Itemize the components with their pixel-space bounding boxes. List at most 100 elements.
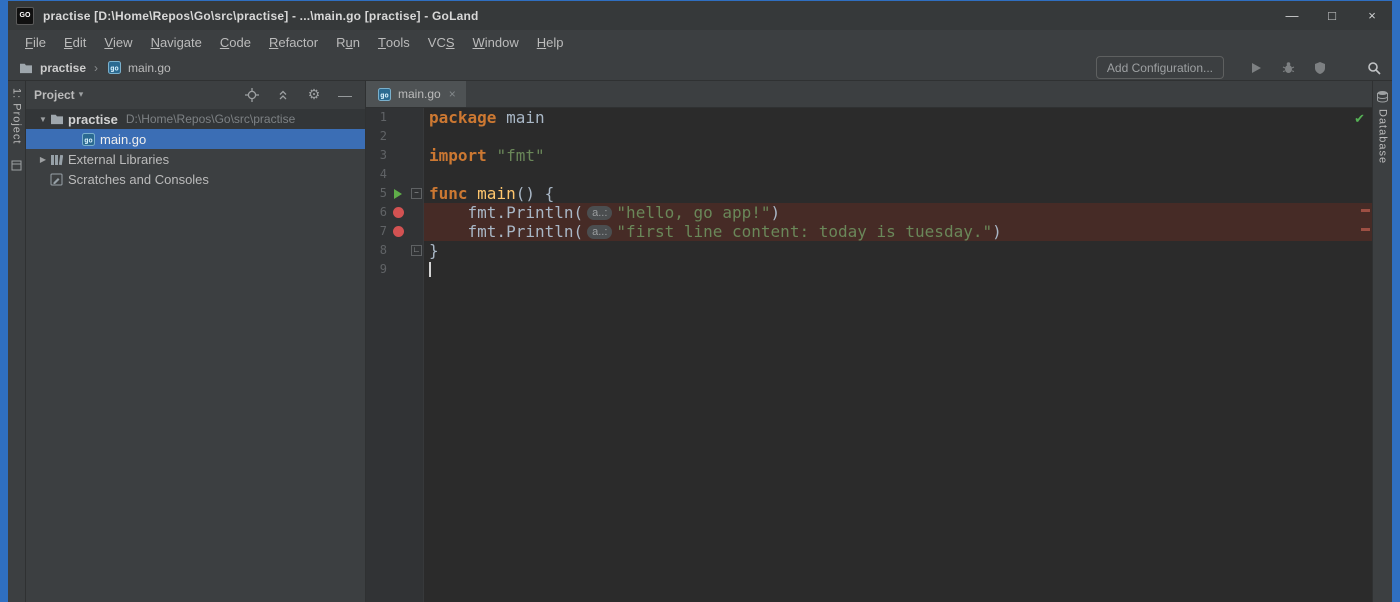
menu-item-run[interactable]: Run	[327, 30, 369, 55]
code-token: )	[770, 203, 781, 222]
svg-text:go: go	[110, 65, 118, 73]
navigation-bar: practise › go main.go Add Configuration.…	[8, 55, 1392, 81]
search-icon[interactable]	[1366, 60, 1382, 76]
tab-close-icon[interactable]: ×	[449, 87, 456, 101]
tree-item-external-libraries[interactable]: ▶ External Libraries	[26, 149, 365, 169]
folder-icon	[50, 113, 68, 125]
code-token: fmt.Println(	[429, 203, 584, 222]
hide-panel-icon[interactable]: —	[337, 87, 353, 103]
locate-file-icon[interactable]	[244, 87, 260, 103]
tree-expand-arrow[interactable]: ▶	[36, 155, 50, 164]
code-line: 5− func main() {	[366, 184, 1372, 203]
tab-main-go[interactable]: go main.go ×	[366, 81, 466, 107]
tree-expand-arrow[interactable]: ▼	[36, 115, 50, 124]
menu-item-tools[interactable]: Tools	[369, 30, 419, 55]
line-number: 1	[379, 110, 387, 124]
run-gutter-icon[interactable]	[387, 188, 409, 199]
gutter[interactable]: 2	[366, 127, 424, 146]
gutter[interactable]: 9	[366, 260, 424, 279]
database-icon	[1375, 88, 1391, 104]
code-text[interactable]: import "fmt"	[424, 146, 1372, 165]
database-tool-button[interactable]: Database	[1375, 88, 1391, 164]
code-text[interactable]: }	[424, 241, 1372, 260]
gutter[interactable]: 6	[366, 203, 424, 222]
tree-item-practise[interactable]: ▼ practise D:\Home\Repos\Go\src\practise	[26, 109, 365, 129]
stripe-tool-icon[interactable]	[9, 157, 25, 173]
code-token: import	[429, 146, 487, 165]
code-text[interactable]: func main() {	[424, 184, 1372, 203]
project-tool-button[interactable]: 1: Project	[11, 88, 23, 144]
code-line: 2	[366, 127, 1372, 146]
editor-area: go main.go × 1 package main 2 3 import "fmt"…	[366, 81, 1372, 602]
add-configuration-button[interactable]: Add Configuration...	[1095, 56, 1224, 79]
window-title: practise [D:\Home\Repos\Go\src\practise]…	[43, 8, 479, 23]
code-token: "fmt"	[496, 146, 545, 165]
menu-item-file[interactable]: File	[16, 30, 55, 55]
code-line: 7 fmt.Println(a..: "first line content: t…	[366, 222, 1372, 241]
code-token: }	[429, 241, 439, 260]
collapse-all-icon[interactable]	[275, 87, 291, 103]
parameter-hint: a..:	[587, 225, 613, 239]
menu-item-navigate[interactable]: Navigate	[142, 30, 211, 55]
inspections-ok-icon[interactable]: ✔	[1354, 111, 1365, 127]
line-number: 6	[379, 205, 387, 219]
goland-window: GO practise [D:\Home\Repos\Go\src\practi…	[8, 1, 1392, 602]
menu-item-code[interactable]: Code	[211, 30, 260, 55]
breakpoint-icon[interactable]	[387, 207, 409, 218]
code-token: "hello, go app!"	[616, 203, 771, 222]
code-token: main	[477, 184, 516, 203]
gutter[interactable]: 7	[366, 222, 424, 241]
code-editor[interactable]: 1 package main 2 3 import "fmt" 4 5− func main(…	[366, 108, 1372, 602]
debug-icon[interactable]	[1280, 60, 1296, 76]
go-file-icon: go	[106, 60, 122, 76]
title-bar[interactable]: GO practise [D:\Home\Repos\Go\src\practi…	[8, 1, 1392, 30]
fold-marker[interactable]: ∟	[409, 245, 424, 256]
settings-gear-icon[interactable]: ⚙	[306, 86, 322, 103]
text-caret	[429, 262, 431, 277]
breadcrumb-file[interactable]: main.go	[128, 61, 171, 75]
gutter[interactable]: 8 ∟	[366, 241, 424, 260]
gutter[interactable]: 3	[366, 146, 424, 165]
code-text[interactable]: fmt.Println(a..: "hello, go app!")	[424, 203, 1372, 222]
code-token: func	[429, 184, 468, 203]
project-panel-header: Project ▾ ⚙ —	[26, 81, 365, 108]
tree-item-scratches-and-consoles[interactable]: Scratches and Consoles	[26, 169, 365, 189]
close-button[interactable]: ×	[1352, 1, 1392, 30]
parameter-hint: a..:	[587, 206, 613, 220]
code-line: 1 package main	[366, 108, 1372, 127]
code-text[interactable]	[424, 127, 1372, 146]
line-number: 9	[379, 262, 387, 276]
project-view-dropdown[interactable]: Project	[34, 88, 75, 102]
line-number: 8	[379, 243, 387, 257]
window-controls: — □ ×	[1272, 1, 1392, 30]
menu-item-window[interactable]: Window	[464, 30, 528, 55]
run-icon[interactable]	[1248, 60, 1264, 76]
breadcrumb-separator-icon: ›	[94, 60, 99, 75]
gutter[interactable]: 4	[366, 165, 424, 184]
svg-text:go: go	[380, 91, 388, 99]
menu-item-help[interactable]: Help	[528, 30, 573, 55]
fold-marker[interactable]: −	[409, 188, 424, 199]
menu-bar: File Edit View Navigate Code Refactor Ru n Tools…	[8, 30, 1392, 55]
menu-item-edit[interactable]: Edit	[55, 30, 95, 55]
breadcrumb-project[interactable]: practise	[40, 61, 86, 75]
code-text[interactable]: package main	[424, 108, 1372, 127]
code-text[interactable]	[424, 260, 1372, 279]
code-text[interactable]	[424, 165, 1372, 184]
menu-item-vcs[interactable]: VC S	[419, 30, 464, 55]
coverage-icon[interactable]	[1312, 60, 1328, 76]
breakpoint-icon[interactable]	[387, 226, 409, 237]
go-file-icon: go	[376, 86, 392, 102]
minimize-button[interactable]: —	[1272, 1, 1312, 30]
project-panel: Project ▾ ⚙ — ▼ practise D:\Home\Repos\Go\…	[26, 81, 366, 602]
gutter[interactable]: 1	[366, 108, 424, 127]
code-token: fmt.Println(	[429, 222, 584, 241]
gutter[interactable]: 5−	[366, 184, 424, 203]
maximize-button[interactable]: □	[1312, 1, 1352, 30]
code-line: 4	[366, 165, 1372, 184]
tree-item-main-go[interactable]: go main.go	[26, 129, 365, 149]
menu-item-view[interactable]: View	[95, 30, 141, 55]
code-text[interactable]: fmt.Println(a..: "first line content: tod…	[424, 222, 1372, 241]
menu-item-refactor[interactable]: Refactor	[260, 30, 327, 55]
